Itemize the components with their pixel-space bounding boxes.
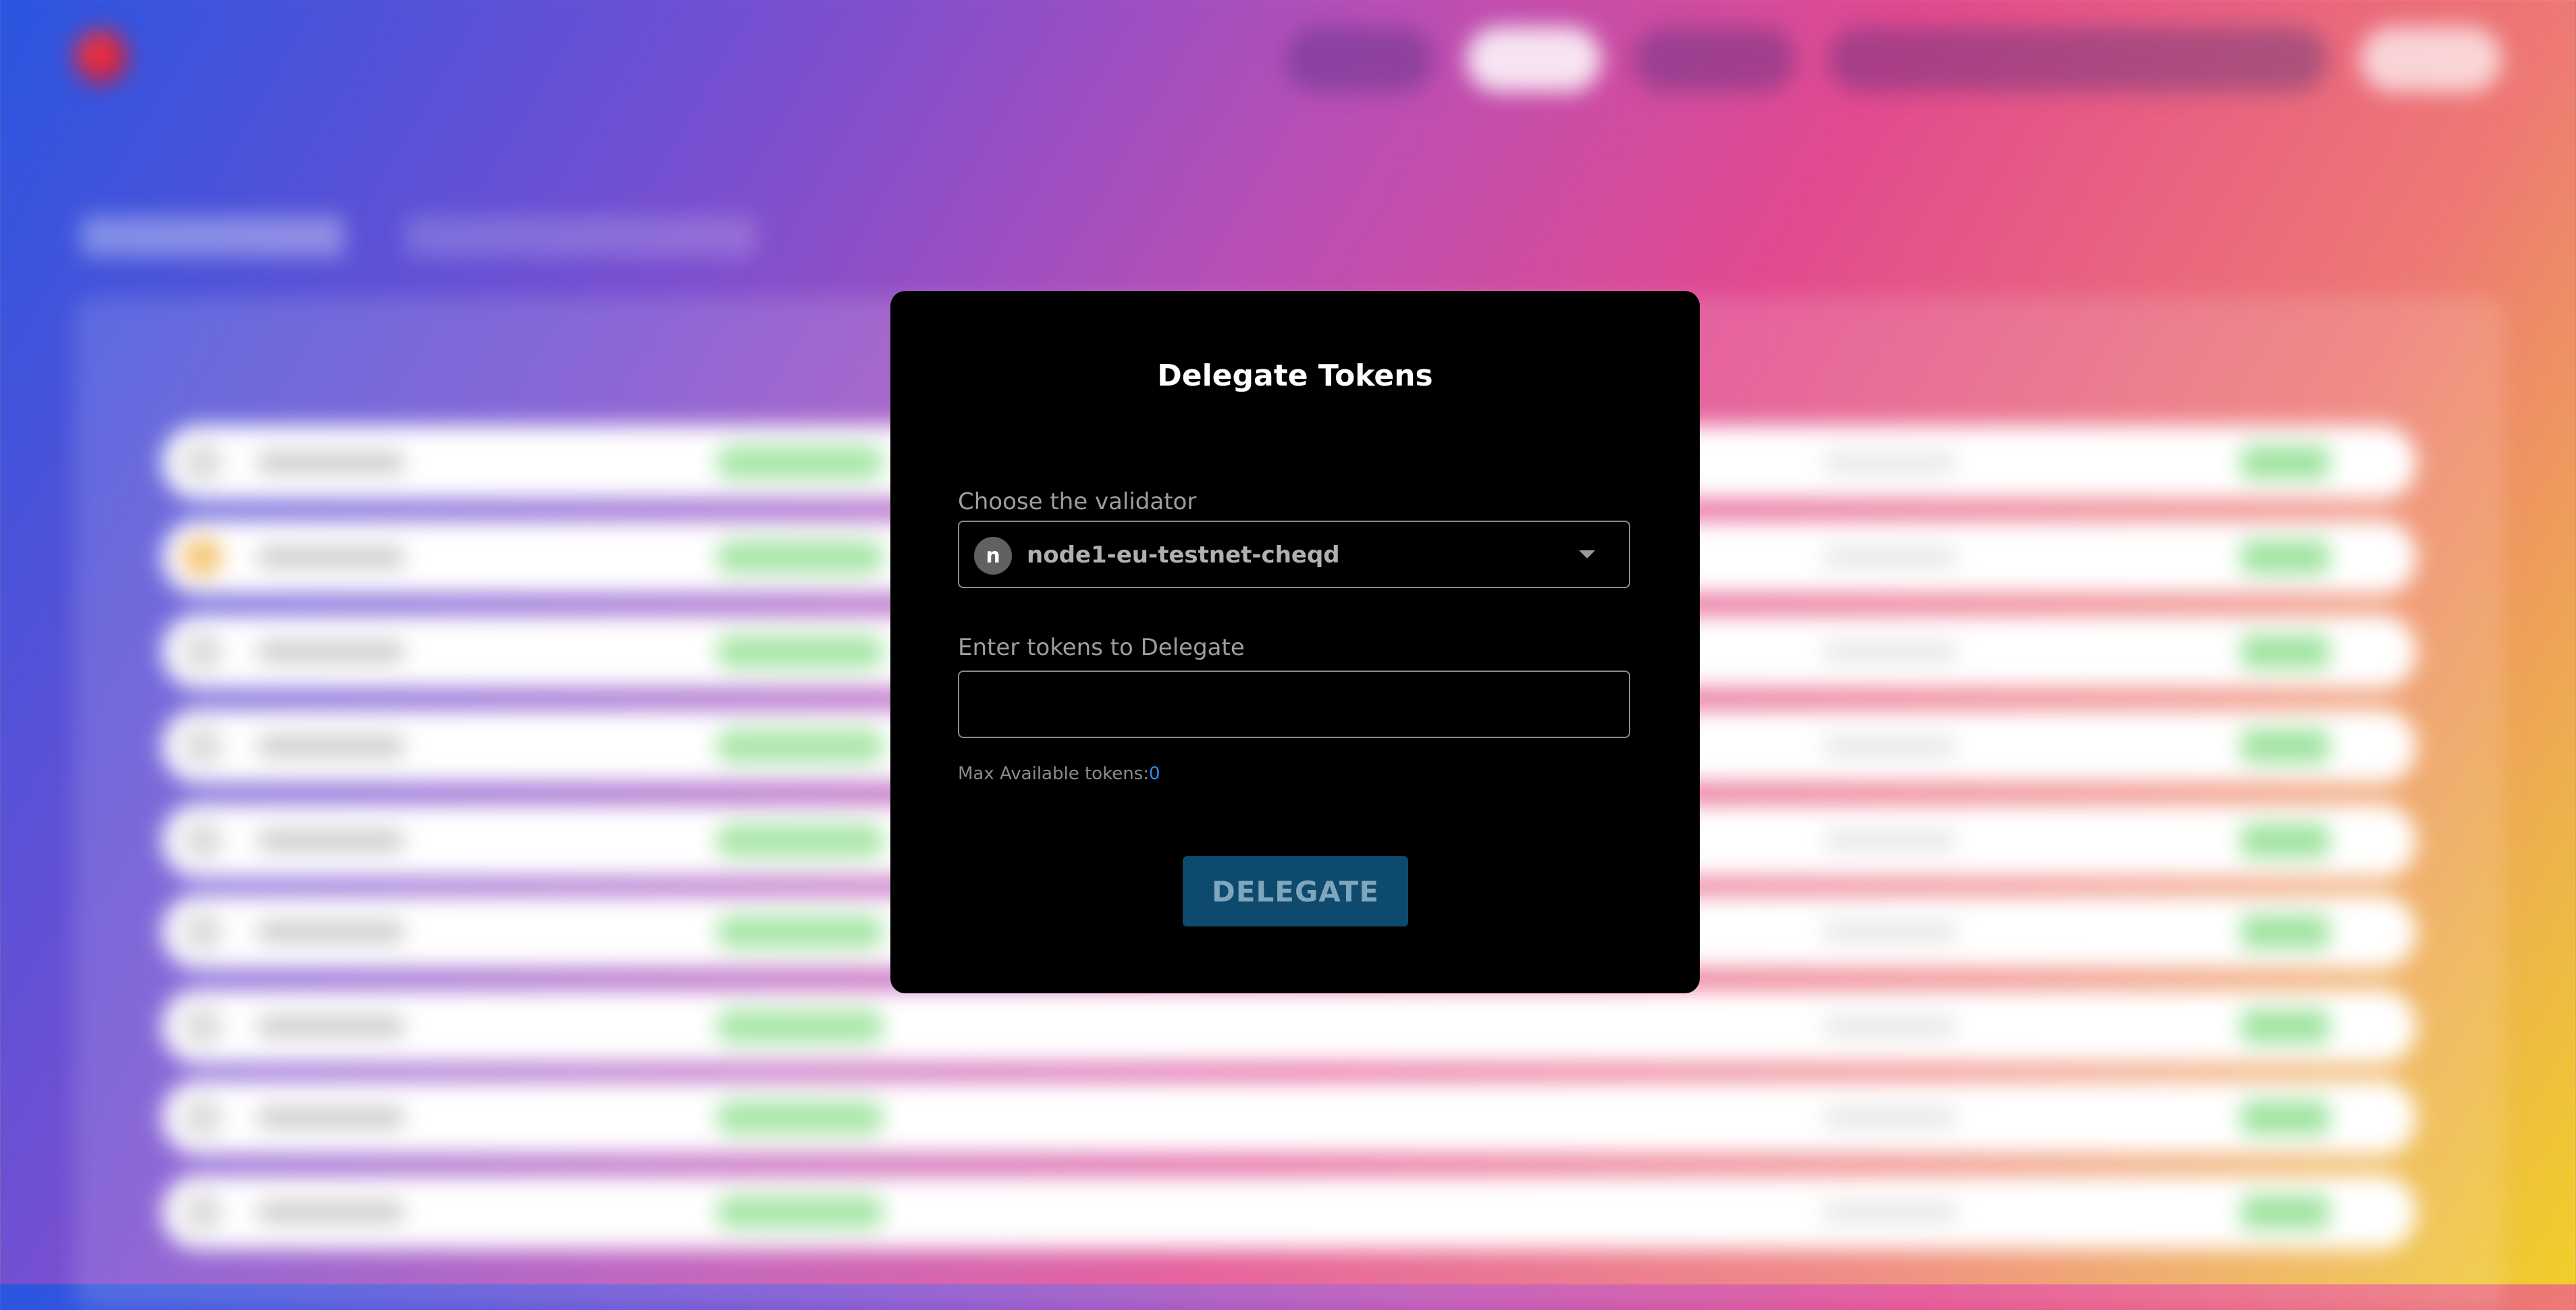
row-button <box>2241 1010 2329 1043</box>
row-name <box>257 452 405 473</box>
row-status <box>716 915 884 949</box>
row-status <box>716 1195 884 1229</box>
tokens-label: Enter tokens to Delegate <box>958 634 1245 661</box>
row-avatar <box>182 912 223 952</box>
delegate-button[interactable]: DELEGATE <box>1183 856 1408 926</box>
row-avatar <box>182 442 223 483</box>
row-avatar <box>182 1097 223 1138</box>
row-button <box>2241 635 2329 669</box>
row-avatar <box>182 631 223 672</box>
row-status <box>716 729 884 763</box>
row-commission <box>1823 922 1958 942</box>
nav-wallet <box>2360 27 2502 92</box>
row-commission <box>1823 547 1958 567</box>
row-commission <box>1823 1016 1958 1037</box>
validator-select[interactable]: n node1-eu-testnet-cheqd <box>958 521 1630 588</box>
row-avatar <box>182 726 223 766</box>
row-avatar <box>182 820 223 861</box>
logo-mark-icon <box>74 30 128 84</box>
dropdown-arrow-icon[interactable] <box>1579 550 1595 558</box>
row-button <box>2241 540 2329 574</box>
row-avatar <box>182 1192 223 1232</box>
row-commission <box>1823 831 1958 851</box>
row-commission <box>1823 1202 1958 1222</box>
nav-item <box>1285 27 1434 92</box>
page-tabs <box>81 216 756 257</box>
max-available-value: 0 <box>1149 764 1160 784</box>
nav-item-active <box>1466 27 1601 92</box>
row-button <box>2241 915 2329 949</box>
validator-label: Choose the validator <box>958 488 1197 515</box>
row-status <box>716 824 884 858</box>
row-commission <box>1823 1107 1958 1128</box>
table-row <box>162 1175 2417 1249</box>
nav-item <box>1634 27 1796 92</box>
row-name <box>257 831 405 851</box>
tab-inactive <box>405 216 756 257</box>
tab-active <box>81 216 344 257</box>
app-logo <box>74 30 149 84</box>
row-name <box>257 922 405 942</box>
row-button <box>2241 1195 2329 1229</box>
row-status <box>716 540 884 574</box>
max-available-label: Max Available tokens: <box>958 764 1149 784</box>
row-commission <box>1823 641 1958 662</box>
tokens-input[interactable] <box>958 671 1630 738</box>
row-button <box>2241 1101 2329 1134</box>
row-name <box>257 547 405 567</box>
row-name <box>257 1016 405 1037</box>
row-status <box>716 446 884 479</box>
table-row <box>162 1080 2417 1155</box>
row-button <box>2241 729 2329 763</box>
row-status <box>716 1010 884 1043</box>
row-name <box>257 736 405 756</box>
row-avatar <box>182 537 223 577</box>
row-status <box>716 1101 884 1134</box>
row-button <box>2241 446 2329 479</box>
row-commission <box>1823 736 1958 756</box>
row-status <box>716 635 884 669</box>
row-button <box>2241 824 2329 858</box>
row-name <box>257 641 405 662</box>
validator-avatar: n <box>974 537 1012 575</box>
row-commission <box>1823 452 1958 473</box>
row-name <box>257 1202 405 1222</box>
delegate-modal: Delegate Tokens Choose the validator n n… <box>890 291 1700 993</box>
nav-account <box>1828 27 2328 92</box>
row-name <box>257 1107 405 1128</box>
validator-selected-value: node1-eu-testnet-cheqd <box>1027 542 1340 569</box>
table-row <box>162 989 2417 1064</box>
row-avatar <box>182 1006 223 1047</box>
modal-title: Delegate Tokens <box>1157 359 1433 393</box>
top-nav <box>1285 27 2502 92</box>
